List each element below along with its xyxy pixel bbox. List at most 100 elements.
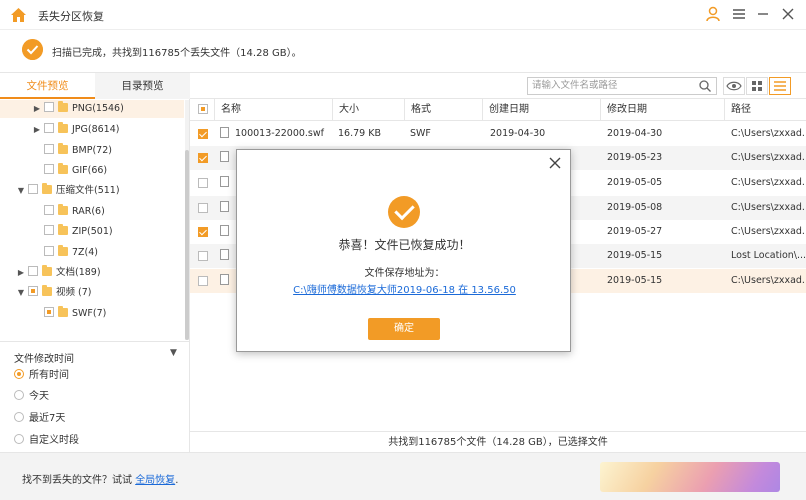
sidebar: 文件预览 目录预览 ▶ PNG(1546) ▶ JPG(8614) BMP(72) …	[0, 72, 190, 452]
checkbox[interactable]	[44, 102, 54, 112]
tree-item-zip[interactable]: ZIP(501)	[0, 223, 184, 241]
tree-scrollbar[interactable]	[185, 100, 189, 340]
checkbox[interactable]	[44, 205, 54, 215]
file-icon	[220, 274, 229, 285]
file-icon	[220, 127, 229, 138]
save-path-label: 文件保存地址为：	[364, 268, 445, 279]
checkbox[interactable]	[44, 164, 54, 174]
file-icon	[220, 176, 229, 187]
expand-arrow-icon[interactable]: ▼	[16, 182, 26, 200]
row-checkbox[interactable]	[198, 178, 208, 188]
file-created: 2019-04-30	[490, 128, 546, 139]
tab-directory-preview[interactable]: 目录预览	[95, 73, 190, 99]
column-created[interactable]: 创建日期	[482, 99, 600, 121]
tip-text: 找不到丢失的文件？试试	[22, 475, 132, 486]
chevron-down-icon[interactable]: ▼	[170, 348, 177, 358]
search-icon[interactable]	[698, 79, 712, 93]
tree-item-video[interactable]: ▼ 视频 (7)	[0, 284, 184, 302]
tree-item-label: BMP(72)	[72, 145, 112, 156]
column-path[interactable]: 路径	[724, 99, 806, 121]
checkbox[interactable]	[44, 225, 54, 235]
global-recovery-link[interactable]: 全局恢复	[135, 475, 175, 486]
folder-icon	[58, 143, 68, 154]
radio-button[interactable]	[14, 434, 24, 444]
row-checkbox[interactable]	[198, 227, 208, 237]
column-name[interactable]: 名称	[214, 99, 332, 121]
tree-item-label: SWF(7)	[72, 308, 107, 319]
minimize-icon[interactable]	[755, 6, 771, 22]
recover-button[interactable]	[600, 462, 780, 492]
tree-item-documents[interactable]: ▶ 文档(189)	[0, 264, 184, 282]
save-path-link[interactable]: C:\嗨师傅数据恢复大师2019-06-18 在 13.56.50	[237, 281, 572, 296]
close-icon[interactable]	[548, 156, 562, 170]
expand-arrow-icon[interactable]: ▶	[32, 100, 42, 118]
filter-option-all-time[interactable]: 所有时间	[14, 368, 69, 384]
expand-arrow-icon[interactable]: ▶	[32, 121, 42, 139]
tree-item-label: 文档(189)	[56, 267, 101, 278]
tip-suffix: .	[175, 475, 179, 486]
preview-toggle-button[interactable]	[723, 77, 745, 95]
checkbox[interactable]	[28, 286, 38, 296]
radio-button[interactable]	[14, 369, 24, 379]
checkbox[interactable]	[44, 144, 54, 154]
folder-icon	[58, 204, 68, 215]
tree-item-swf[interactable]: SWF(7)	[0, 305, 184, 323]
column-size[interactable]: 大小	[332, 99, 404, 121]
checkbox[interactable]	[44, 123, 54, 133]
tree-item-rar[interactable]: RAR(6)	[0, 203, 184, 221]
file-icon	[220, 201, 229, 212]
success-check-icon	[388, 196, 420, 228]
tree-item-archives[interactable]: ▼ 压缩文件(511)	[0, 182, 184, 200]
tab-file-preview[interactable]: 文件预览	[0, 73, 95, 99]
scrollbar-thumb[interactable]	[185, 150, 189, 340]
table-row[interactable]: 100013-22000.swf 16.79 KB SWF 2019-04-30…	[190, 122, 806, 146]
file-modified: 2019-05-23	[607, 152, 663, 163]
filter-option-last-7-days[interactable]: 最近7天	[14, 411, 65, 427]
expand-arrow-icon[interactable]: ▼	[16, 284, 26, 302]
tree-item-png[interactable]: ▶ PNG(1546)	[0, 100, 184, 118]
filter-option-label: 最近7天	[29, 413, 66, 424]
tree-item-label: JPG(8614)	[72, 124, 120, 135]
tree-item-gif[interactable]: GIF(66)	[0, 162, 184, 180]
folder-icon	[58, 101, 68, 112]
row-checkbox[interactable]	[198, 251, 208, 261]
column-format[interactable]: 格式	[404, 99, 482, 121]
column-modified[interactable]: 修改日期	[600, 99, 724, 121]
checkbox[interactable]	[28, 266, 38, 276]
tree-item-7z[interactable]: 7Z(4)	[0, 244, 184, 262]
filter-option-custom[interactable]: 自定义时段	[14, 433, 79, 449]
menu-icon[interactable]	[731, 6, 747, 22]
row-checkbox[interactable]	[198, 153, 208, 163]
checkbox[interactable]	[44, 246, 54, 256]
tree-item-jpg[interactable]: ▶ JPG(8614)	[0, 121, 184, 139]
grid-view-button[interactable]	[746, 77, 768, 95]
expand-arrow-icon[interactable]: ▶	[16, 264, 26, 282]
row-checkbox[interactable]	[198, 129, 208, 139]
row-checkbox[interactable]	[198, 276, 208, 286]
radio-button[interactable]	[14, 412, 24, 422]
tree-item-label: PNG(1546)	[72, 103, 124, 114]
filter-option-label: 所有时间	[29, 370, 69, 381]
file-path: C:\Users\zxxad...	[731, 152, 806, 163]
filter-option-label: 自定义时段	[29, 435, 79, 446]
file-modified: 2019-05-15	[607, 275, 663, 286]
select-all-checkbox[interactable]	[198, 104, 208, 114]
file-icon	[220, 249, 229, 260]
filter-option-label: 今天	[29, 391, 49, 402]
tree-item-bmp[interactable]: BMP(72)	[0, 142, 184, 160]
checkbox[interactable]	[28, 184, 38, 194]
radio-button[interactable]	[14, 390, 24, 400]
search-input[interactable]: 请输入文件名或路径	[527, 77, 717, 95]
file-path: C:\Users\zxxad...	[731, 226, 806, 237]
tree-item-label: 7Z(4)	[72, 247, 99, 258]
tree-item-label: RAR(6)	[72, 206, 105, 217]
filter-option-today[interactable]: 今天	[14, 389, 49, 405]
selection-summary: 共找到116785个文件（14.28 GB），已选择文件	[190, 431, 806, 453]
close-icon[interactable]	[780, 6, 796, 22]
confirm-button[interactable]: 确定	[368, 318, 440, 340]
list-view-button[interactable]	[769, 77, 791, 95]
home-icon[interactable]	[10, 7, 27, 23]
user-icon[interactable]	[705, 6, 721, 22]
row-checkbox[interactable]	[198, 203, 208, 213]
checkbox[interactable]	[44, 307, 54, 317]
